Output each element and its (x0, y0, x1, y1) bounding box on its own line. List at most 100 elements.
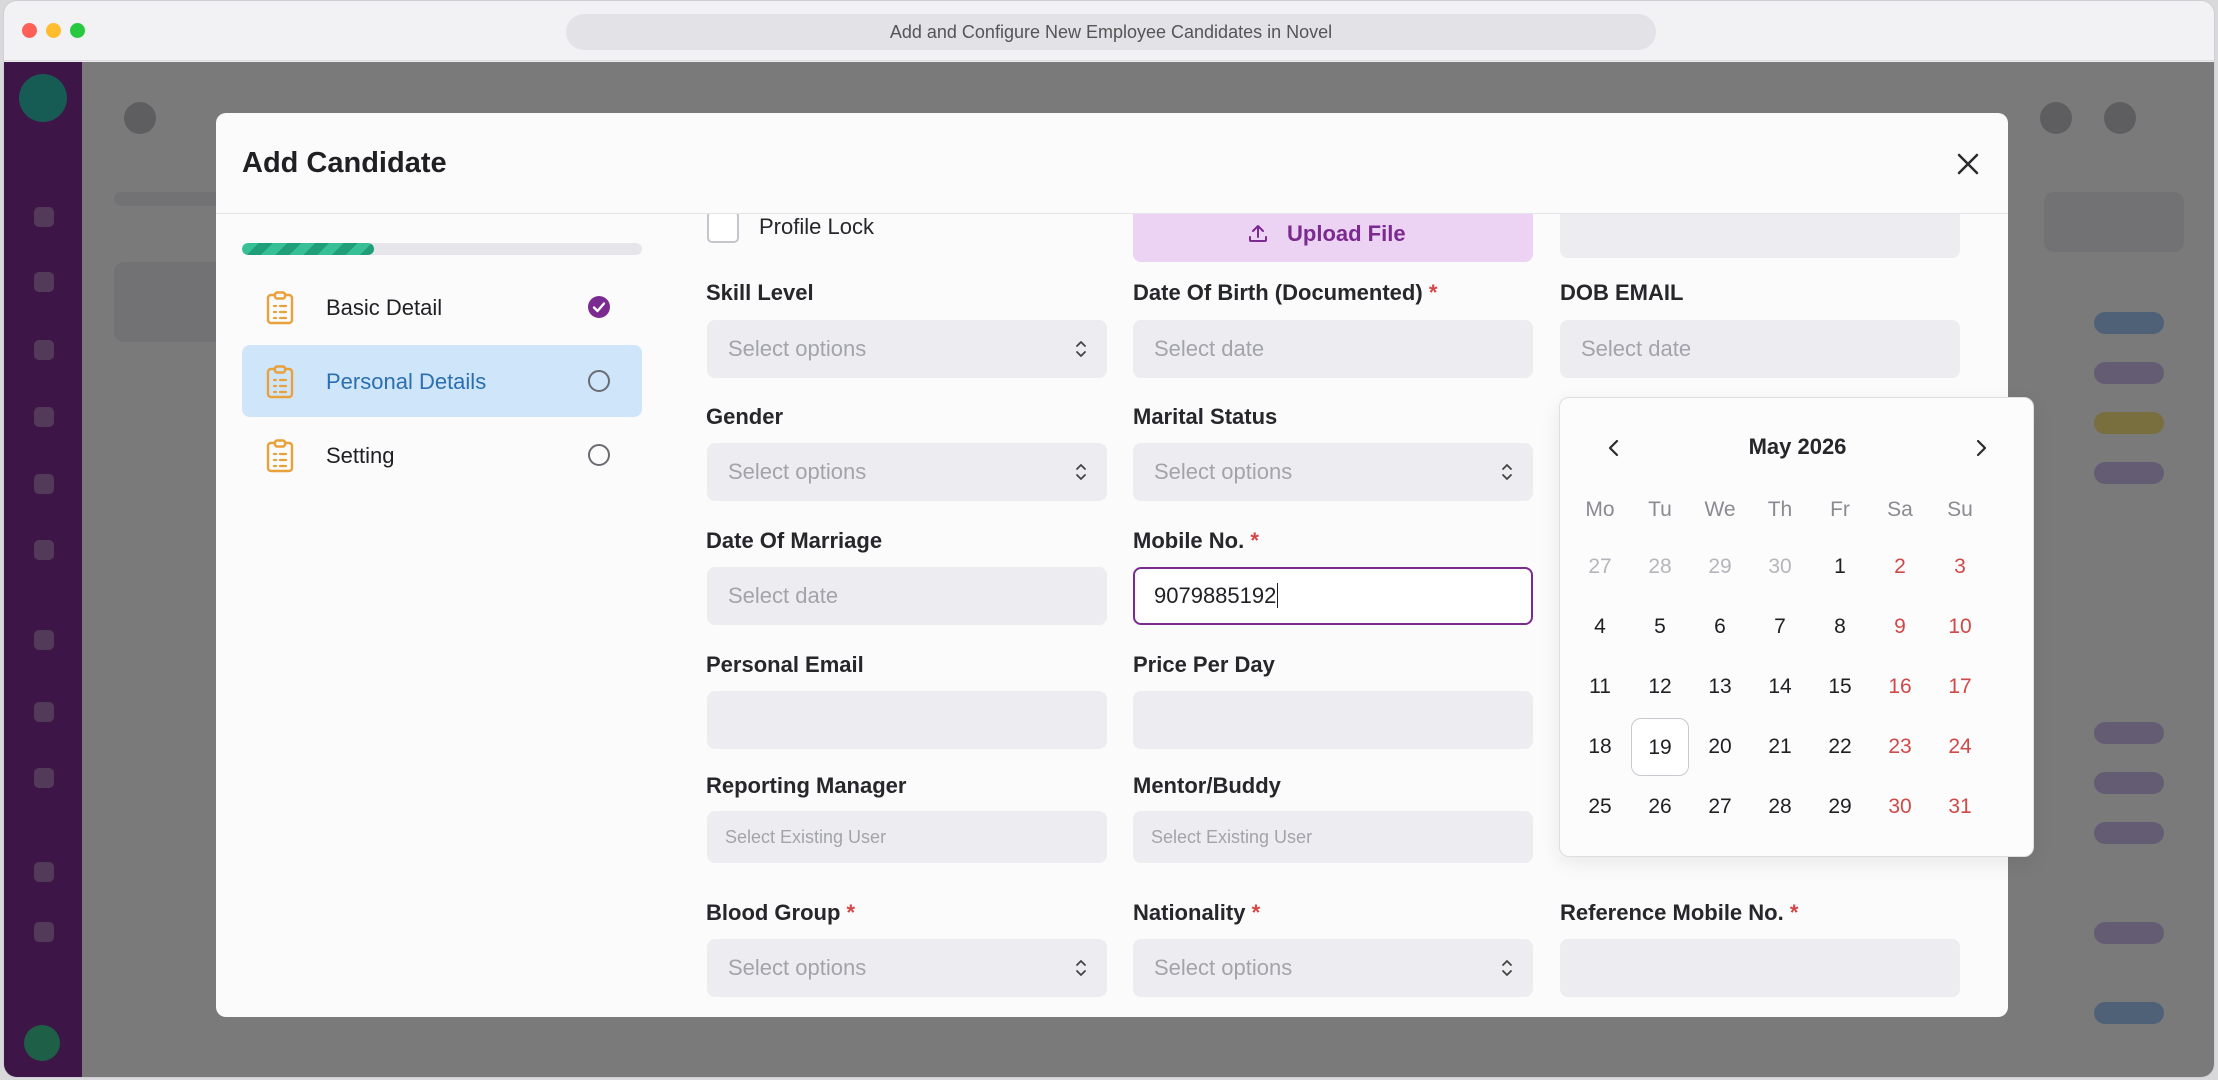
calendar-day[interactable]: 4 (1571, 598, 1629, 656)
calendar-day[interactable]: 3 (1931, 538, 1989, 596)
gender-label: Gender (706, 404, 784, 429)
browser-window: Add and Configure New Employee Candidate… (3, 0, 2215, 1078)
chevron-right-icon[interactable] (1967, 434, 1995, 462)
select-chevrons-icon (1502, 960, 1512, 976)
calendar-day[interactable]: 9 (1871, 598, 1929, 656)
date-picker: May 2026 Mo Tu We Th Fr Sa Su 27 28 29 30 1 2 3 4 5 6 7 8 9… (1559, 397, 2034, 857)
calendar-day[interactable]: 27 (1571, 538, 1629, 596)
top-right-field[interactable] (1560, 214, 1960, 258)
calendar-day[interactable]: 8 (1811, 598, 1869, 656)
dob-documented-label: Date Of Birth (Documented) * (1133, 280, 1437, 306)
calendar-day[interactable]: 29 (1691, 538, 1749, 596)
weekday-label: Sa (1887, 498, 1913, 521)
weekday-label: Fr (1830, 498, 1850, 521)
personal-email-label: Personal Email (706, 652, 864, 677)
calendar-day[interactable]: 21 (1751, 718, 1809, 776)
calendar-day[interactable]: 30 (1751, 538, 1809, 596)
calendar-day[interactable]: 20 (1691, 718, 1749, 776)
text-cursor (1277, 583, 1279, 608)
calendar-day[interactable]: 29 (1811, 778, 1869, 836)
select-placeholder: Select options (1154, 955, 1293, 980)
upload-icon (1249, 225, 1267, 242)
mentor-buddy-select[interactable]: Select Existing User (1133, 811, 1533, 863)
reporting-manager-select[interactable]: Select Existing User (707, 811, 1107, 863)
upload-file-button[interactable]: Upload File (1133, 214, 1533, 262)
calendar-day[interactable]: 27 (1691, 778, 1749, 836)
calendar-day[interactable]: 31 (1931, 778, 1989, 836)
close-window-button[interactable] (22, 23, 37, 38)
required-marker: * (1428, 280, 1438, 305)
calendar-day[interactable]: 24 (1931, 718, 1989, 776)
marital-status-select[interactable]: Select options (1133, 443, 1533, 501)
calendar-day[interactable]: 28 (1751, 778, 1809, 836)
reference-mobile-input[interactable] (1560, 939, 1960, 997)
dob-documented-input[interactable]: Select date (1133, 320, 1533, 378)
calendar-day[interactable]: 26 (1631, 778, 1689, 836)
select-chevrons-icon (1076, 960, 1086, 976)
upload-file-label: Upload File (1287, 221, 1406, 246)
calendar-day[interactable]: 16 (1871, 658, 1929, 716)
weekday-label: Mo (1585, 498, 1615, 521)
blood-group-label: Blood Group * (706, 900, 855, 926)
calendar-day[interactable]: 2 (1871, 538, 1929, 596)
minimize-window-button[interactable] (46, 23, 61, 38)
calendar-day[interactable]: 7 (1751, 598, 1809, 656)
price-per-day-input[interactable] (1133, 691, 1533, 749)
calendar-month-label: May 2026 (1748, 434, 1847, 459)
calendar-day[interactable]: 15 (1811, 658, 1869, 716)
calendar-day[interactable]: 10 (1931, 598, 1989, 656)
blood-group-select[interactable]: Select options (707, 939, 1107, 997)
calendar-day[interactable]: 11 (1571, 658, 1629, 716)
address-bar[interactable]: Add and Configure New Employee Candidate… (566, 14, 1656, 50)
close-icon[interactable] (1952, 148, 1984, 180)
calendar-day[interactable]: 14 (1751, 658, 1809, 716)
maximize-window-button[interactable] (70, 23, 85, 38)
date-of-marriage-input[interactable]: Select date (707, 567, 1107, 625)
select-placeholder: Select options (728, 336, 867, 361)
label-text: Date Of Birth (Documented) (1133, 280, 1423, 305)
calendar-day[interactable]: 6 (1691, 598, 1749, 656)
calendar-day[interactable]: 19 (1631, 718, 1689, 776)
calendar-day[interactable]: 17 (1931, 658, 1989, 716)
required-marker: * (846, 900, 856, 925)
modal-header: Add Candidate (216, 113, 2008, 214)
select-chevrons-icon (1076, 341, 1086, 357)
calendar-day[interactable]: 1 (1811, 538, 1869, 596)
calendar-day[interactable]: 22 (1811, 718, 1869, 776)
dob-email-input[interactable]: Select date (1560, 320, 1960, 378)
dob-email-label: DOB EMAIL (1560, 280, 1684, 305)
weekday-label: Tu (1648, 498, 1672, 521)
label-text: Blood Group (706, 900, 841, 925)
nationality-select[interactable]: Select options (1133, 939, 1533, 997)
gender-select[interactable]: Select options (707, 443, 1107, 501)
personal-email-input[interactable] (707, 691, 1107, 749)
calendar-day[interactable]: 30 (1871, 778, 1929, 836)
required-marker: * (1251, 900, 1261, 925)
weekday-label: We (1704, 498, 1736, 521)
select-placeholder: Select options (728, 459, 867, 484)
reference-mobile-label: Reference Mobile No. * (1560, 900, 1798, 926)
marital-status-label: Marital Status (1133, 404, 1278, 429)
modal-title: Add Candidate (242, 147, 447, 179)
nationality-label: Nationality * (1133, 900, 1260, 926)
calendar-day[interactable]: 28 (1631, 538, 1689, 596)
profile-lock-checkbox[interactable] (707, 214, 739, 243)
skill-level-select[interactable]: Select options (707, 320, 1107, 378)
label-text: Mobile No. (1133, 528, 1245, 553)
mentor-buddy-label: Mentor/Buddy (1133, 773, 1281, 798)
calendar-day[interactable]: 18 (1571, 718, 1629, 776)
select-placeholder: Select options (1154, 459, 1293, 484)
required-marker: * (1789, 900, 1799, 925)
calendar-day[interactable]: 25 (1571, 778, 1629, 836)
date-of-marriage-label: Date Of Marriage (706, 528, 883, 553)
calendar-day[interactable]: 5 (1631, 598, 1689, 656)
title-bar: Add and Configure New Employee Candidate… (4, 1, 2214, 61)
label-text: Reference Mobile No. (1560, 900, 1784, 925)
calendar-day[interactable]: 23 (1871, 718, 1929, 776)
weekday-label: Su (1947, 498, 1973, 521)
select-chevrons-icon (1076, 464, 1086, 480)
calendar-day[interactable]: 13 (1691, 658, 1749, 716)
skill-level-label: Skill Level (706, 280, 814, 305)
calendar-day[interactable]: 12 (1631, 658, 1689, 716)
mobile-no-input[interactable]: 9079885192 (1133, 567, 1533, 625)
